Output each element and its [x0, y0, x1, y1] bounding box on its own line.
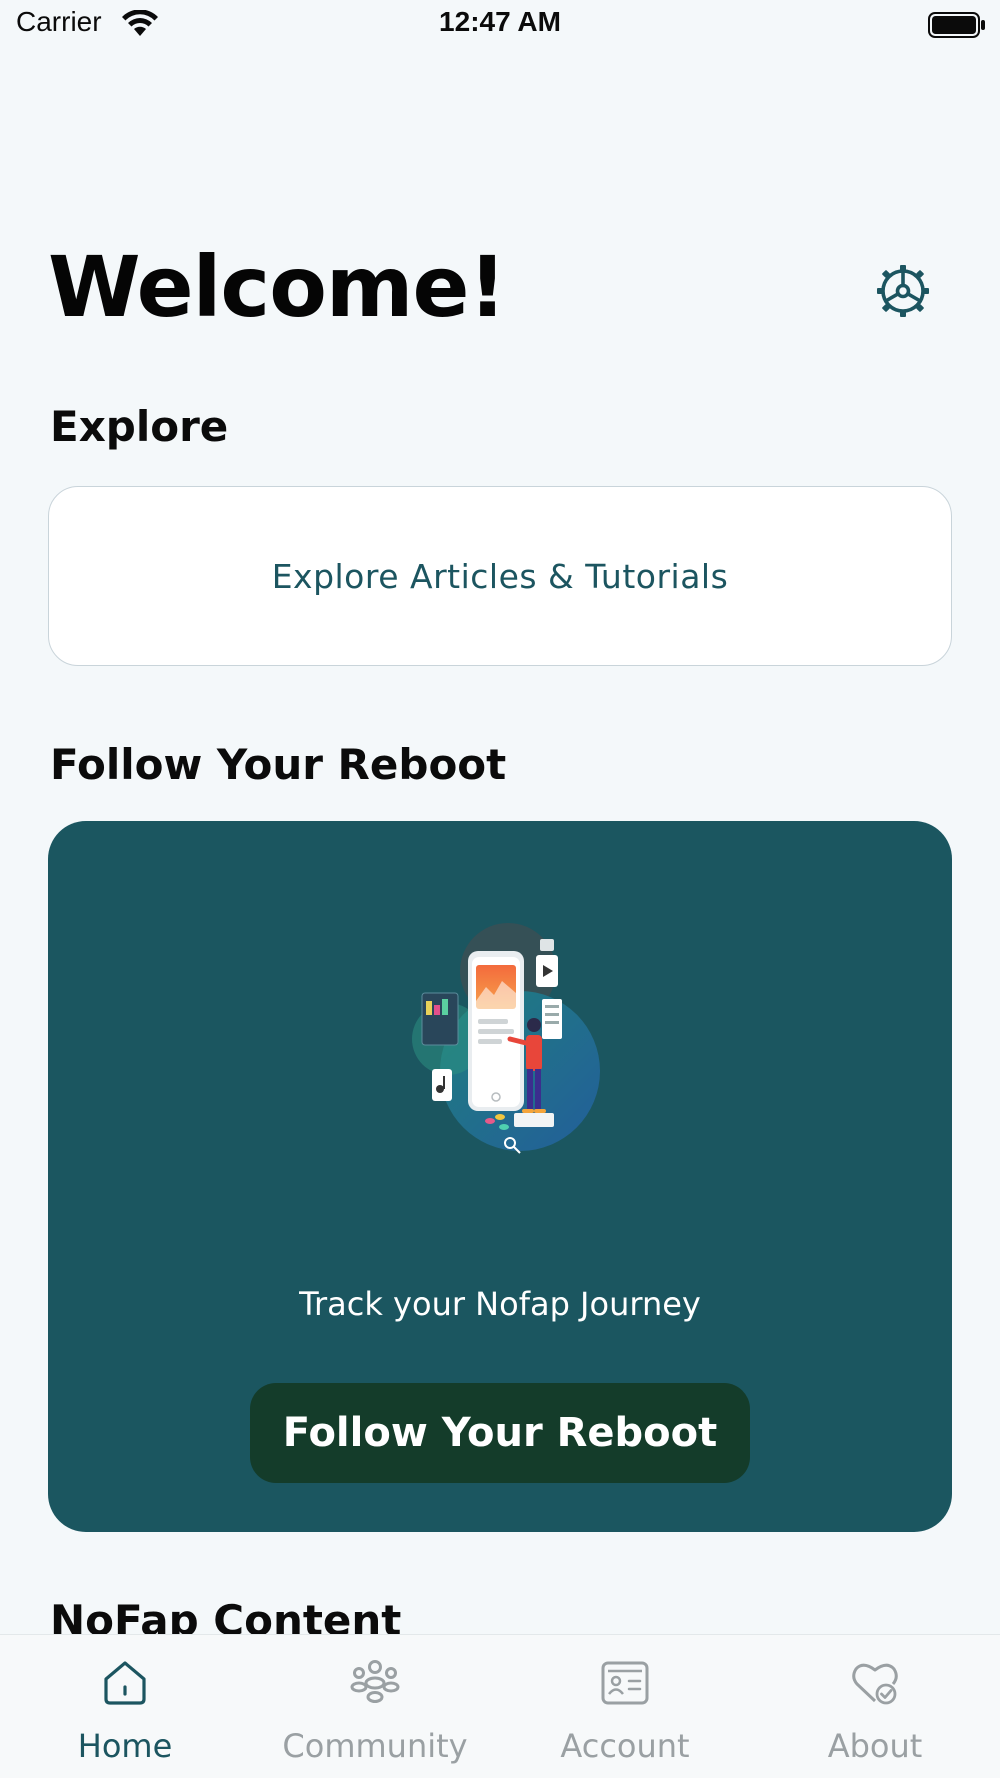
tab-account[interactable]: Account	[500, 1635, 750, 1778]
explore-articles-label: Explore Articles & Tutorials	[271, 556, 729, 596]
follow-reboot-button-label: Follow Your Reboot	[282, 1410, 718, 1456]
tab-account-label: Account	[560, 1727, 690, 1765]
follow-reboot-button[interactable]: Follow Your Reboot	[250, 1383, 750, 1483]
journey-illustration	[412, 923, 600, 1154]
explore-heading: Explore	[50, 402, 229, 451]
account-card-icon	[601, 1661, 649, 1705]
reboot-subtitle: Track your Nofap Journey	[299, 1285, 701, 1323]
reboot-heading: Follow Your Reboot	[50, 740, 507, 789]
tab-bar: Home Community Account About	[0, 1634, 1000, 1778]
home-icon	[104, 1661, 146, 1705]
reboot-card: Track your Nofap Journey Follow Your Reb…	[48, 821, 952, 1532]
status-bar: Carrier 12:47 AM	[0, 0, 1000, 52]
tab-home[interactable]: Home	[0, 1635, 250, 1778]
status-time: 12:47 AM	[439, 6, 561, 37]
page-title: Welcome!	[48, 238, 507, 336]
tab-community[interactable]: Community	[250, 1635, 500, 1778]
heart-check-icon	[852, 1663, 898, 1705]
explore-articles-button[interactable]: Explore Articles & Tutorials	[48, 486, 952, 666]
tab-about[interactable]: About	[750, 1635, 1000, 1778]
tab-home-label: Home	[77, 1727, 173, 1765]
settings-button[interactable]	[874, 262, 932, 320]
home-screen: Carrier 12:47 AM Welcome! Explore Explor…	[0, 0, 1000, 1778]
gear-icon	[877, 265, 929, 317]
community-icon	[350, 1660, 400, 1703]
battery-icon	[928, 12, 985, 38]
tab-about-label: About	[827, 1727, 923, 1765]
tab-community-label: Community	[282, 1727, 468, 1765]
